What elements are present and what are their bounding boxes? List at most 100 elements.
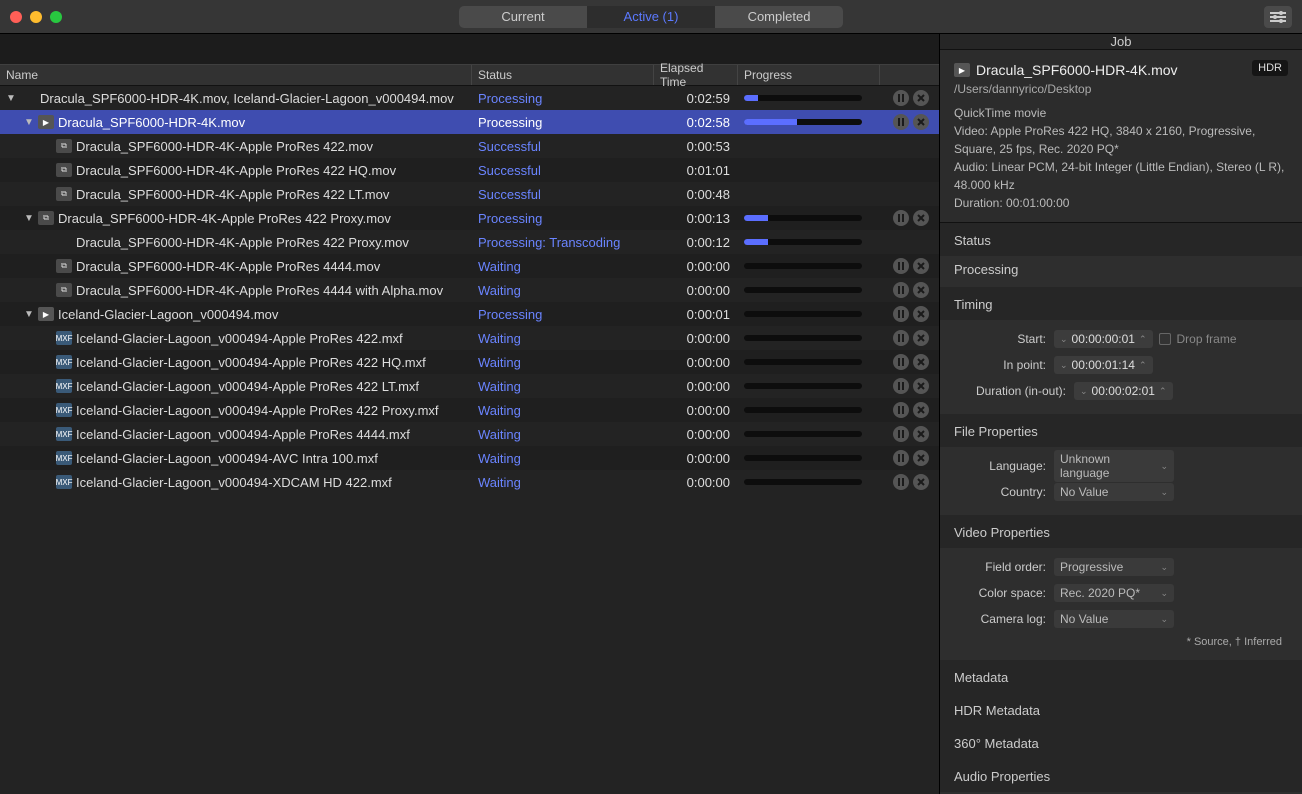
cancel-button[interactable] [913,258,929,274]
cancel-button[interactable] [913,450,929,466]
cancel-button[interactable] [913,210,929,226]
disclosure-triangle-icon[interactable]: ▼ [6,93,16,104]
colorspace-select[interactable]: Rec. 2020 PQ*⌄ [1054,584,1174,602]
cancel-button[interactable] [913,474,929,490]
titlebar: Current Active (1) Completed [0,0,1302,34]
cameralog-select[interactable]: No Value⌄ [1054,610,1174,628]
disclosure-triangle-icon[interactable]: ▼ [24,117,34,128]
column-progress[interactable]: Progress [738,65,880,85]
view-segmented-control: Current Active (1) Completed [459,6,843,28]
cancel-button[interactable] [913,282,929,298]
section-timing: Start: ⌄00:00:00:01⌃ Drop frame In point… [940,320,1302,414]
pause-button[interactable] [893,450,909,466]
pause-button[interactable] [893,90,909,106]
tab-current[interactable]: Current [459,6,587,28]
pause-button[interactable] [893,474,909,490]
row-status: Processing [472,115,654,130]
tab-active[interactable]: Active (1) [587,6,715,28]
pause-button[interactable] [893,354,909,370]
inspector-filename-text: Dracula_SPF6000-HDR-4K.mov [976,62,1178,78]
zoom-window-button[interactable] [50,11,62,23]
cameralog-label: Camera log: [954,612,1054,626]
table-row[interactable]: ⧉Dracula_SPF6000-HDR-4K-Apple ProRes 422… [0,182,939,206]
cancel-button[interactable] [913,378,929,394]
pause-button[interactable] [893,378,909,394]
cancel-button[interactable] [913,306,929,322]
row-status: Processing [472,307,654,322]
table-row[interactable]: ⧉Dracula_SPF6000-HDR-4K-Apple ProRes 444… [0,278,939,302]
column-status[interactable]: Status [472,65,654,85]
cancel-button[interactable] [913,90,929,106]
table-row[interactable]: ▼Dracula_SPF6000-HDR-4K.mov, Iceland-Gla… [0,86,939,110]
cancel-button[interactable] [913,426,929,442]
row-status: Waiting [472,259,654,274]
fieldorder-select[interactable]: Progressive⌄ [1054,558,1174,576]
cancel-button[interactable] [913,114,929,130]
pause-button[interactable] [893,330,909,346]
section-360meta-label[interactable]: 360° Metadata [940,726,1302,759]
country-select[interactable]: No Value⌄ [1054,483,1174,501]
progress-bar [744,311,862,317]
dropframe-label: Drop frame [1177,332,1237,346]
pause-button[interactable] [893,258,909,274]
cancel-button[interactable] [913,354,929,370]
row-status: Waiting [472,379,654,394]
dropframe-checkbox[interactable] [1159,333,1171,345]
table-row[interactable]: ⧉Dracula_SPF6000-HDR-4K-Apple ProRes 444… [0,254,939,278]
minimize-window-button[interactable] [30,11,42,23]
inspector-panel: Job HDR ▶ Dracula_SPF6000-HDR-4K.mov /Us… [940,34,1302,794]
pause-button[interactable] [893,426,909,442]
table-row[interactable]: ⧉Dracula_SPF6000-HDR-4K-Apple ProRes 422… [0,158,939,182]
disclosure-triangle-icon[interactable]: ▼ [24,213,34,224]
row-status: Processing: Transcoding [472,235,654,250]
pause-button[interactable] [893,282,909,298]
table-row[interactable]: MXFIceland-Glacier-Lagoon_v000494-Apple … [0,350,939,374]
pause-button[interactable] [893,210,909,226]
table-row[interactable]: MXFIceland-Glacier-Lagoon_v000494-Apple … [0,422,939,446]
table-row[interactable]: ▼▶Iceland-Glacier-Lagoon_v000494.movProc… [0,302,939,326]
table-row[interactable]: ▼▶Dracula_SPF6000-HDR-4K.movProcessing0:… [0,110,939,134]
table-row[interactable]: MXFIceland-Glacier-Lagoon_v000494-Apple … [0,374,939,398]
row-status: Waiting [472,475,654,490]
row-name: Iceland-Glacier-Lagoon_v000494.mov [58,307,278,322]
table-row[interactable]: Dracula_SPF6000-HDR-4K-Apple ProRes 422 … [0,230,939,254]
tab-completed[interactable]: Completed [715,6,843,28]
table-row[interactable]: MXFIceland-Glacier-Lagoon_v000494-Apple … [0,326,939,350]
preset-icon: ⧉ [56,259,72,273]
disclosure-triangle-icon[interactable]: ▼ [24,309,34,320]
window-controls [10,11,62,23]
preset-icon: ⧉ [56,187,72,201]
cancel-button[interactable] [913,330,929,346]
section-timing-label: Timing [940,287,1302,320]
duration-stepper[interactable]: ⌄00:00:02:01⌃ [1074,382,1173,400]
table-row[interactable]: MXFIceland-Glacier-Lagoon_v000494-XDCAM … [0,470,939,494]
row-elapsed-time: 0:00:00 [654,427,738,442]
pause-button[interactable] [893,306,909,322]
column-name[interactable]: Name [0,65,472,85]
language-select[interactable]: Unknown language⌄ [1054,450,1174,482]
videoprops-note: * Source, † Inferred [954,632,1288,650]
column-elapsed-time[interactable]: Elapsed Time [654,65,738,85]
section-metadata-label[interactable]: Metadata [940,660,1302,693]
close-window-button[interactable] [10,11,22,23]
inspector-toggle-button[interactable] [1264,6,1292,28]
row-elapsed-time: 0:01:01 [654,163,738,178]
table-row[interactable]: ⧉Dracula_SPF6000-HDR-4K-Apple ProRes 422… [0,134,939,158]
table-row[interactable]: MXFIceland-Glacier-Lagoon_v000494-AVC In… [0,446,939,470]
pause-button[interactable] [893,114,909,130]
pause-button[interactable] [893,402,909,418]
start-stepper[interactable]: ⌄00:00:00:01⌃ [1054,330,1153,348]
row-status: Waiting [472,331,654,346]
preset-icon: ⧉ [56,283,72,297]
inspector-duration: Duration: 00:01:00:00 [954,194,1288,212]
row-elapsed-time: 0:00:00 [654,331,738,346]
table-row[interactable]: ▼⧉Dracula_SPF6000-HDR-4K-Apple ProRes 42… [0,206,939,230]
inpoint-stepper[interactable]: ⌄00:00:01:14⌃ [1054,356,1153,374]
jobs-panel: Name Status Elapsed Time Progress ▼Dracu… [0,34,940,794]
inspector-filepath: /Users/dannyrico/Desktop [954,82,1288,96]
table-row[interactable]: MXFIceland-Glacier-Lagoon_v000494-Apple … [0,398,939,422]
cancel-button[interactable] [913,402,929,418]
inspector-kind: QuickTime movie [954,104,1288,122]
section-hdrmeta-label[interactable]: HDR Metadata [940,693,1302,726]
language-label: Language: [954,459,1054,473]
